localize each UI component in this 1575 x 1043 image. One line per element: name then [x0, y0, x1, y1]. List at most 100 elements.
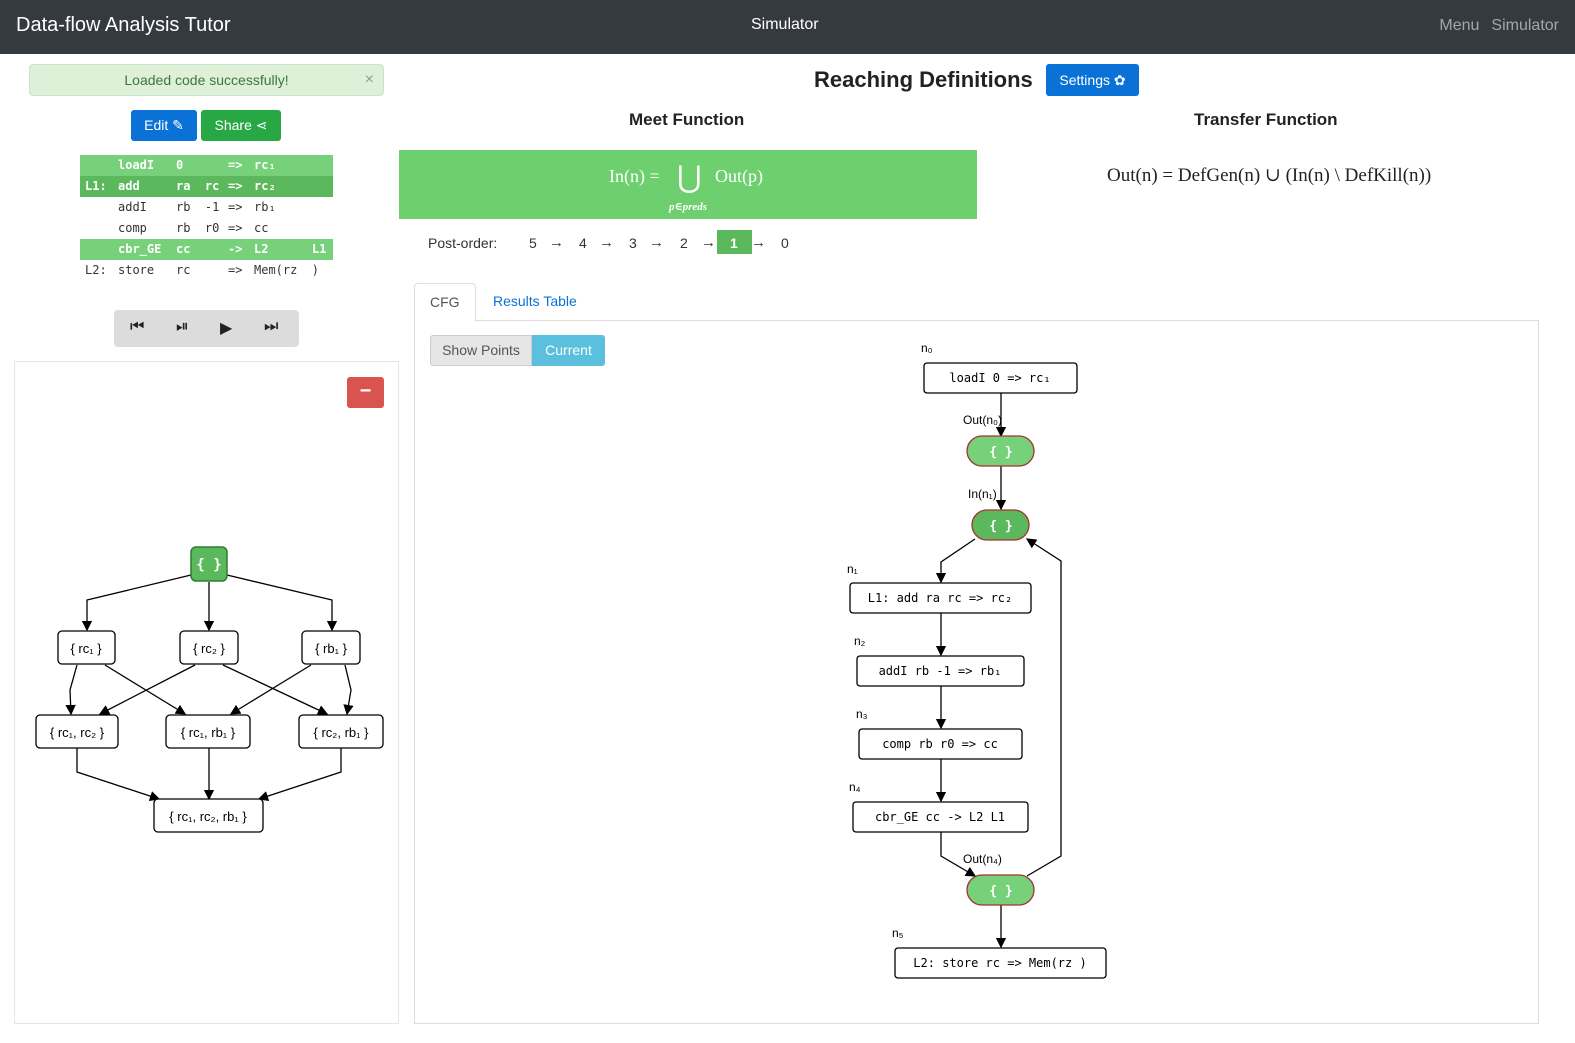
- code-op: comp: [118, 221, 147, 235]
- brand-title[interactable]: Data-flow Analysis Tutor: [16, 14, 231, 37]
- postorder-item: 4: [579, 235, 587, 251]
- cfg-point-out-n4[interactable]: { }: [966, 874, 1035, 906]
- edit-button[interactable]: Edit ✎: [131, 110, 197, 141]
- step-forward-icon[interactable]: ⏯: [176, 318, 189, 336]
- cfg-point-out-n0[interactable]: { }: [966, 435, 1035, 467]
- cfg-node-label: n₂: [854, 634, 866, 648]
- cfg-node-n2[interactable]: addI rb -1 => rb₁: [856, 655, 1025, 687]
- cfg-point-set: { }: [989, 519, 1012, 534]
- lattice-node-label: { rc₁, rc₂ }: [50, 725, 105, 740]
- analysis-title: Reaching Definitions: [814, 67, 1033, 92]
- share-button[interactable]: Share ⋖: [201, 110, 281, 141]
- cfg-node-code: comp rb r0 => cc: [882, 737, 998, 751]
- code-line: addI rb -1 => rb₁: [80, 197, 333, 218]
- code-line: L1: add ra rc => rc₂: [80, 176, 333, 197]
- play-icon[interactable]: ▶: [220, 318, 232, 338]
- cfg-node-label: n₅: [892, 926, 904, 940]
- tab-results-table[interactable]: Results Table: [478, 283, 592, 321]
- transfer-function-title: Transfer Function: [1194, 110, 1338, 129]
- nav-center-title: Simulator: [751, 16, 819, 33]
- settings-button[interactable]: Settings ✿: [1046, 64, 1139, 96]
- cfg-node-label: n₁: [847, 562, 858, 576]
- meet-subscript: p∈preds: [669, 201, 708, 213]
- code-args: rb -1: [176, 200, 220, 214]
- postorder-item-active: 1: [730, 235, 738, 251]
- cfg-node-label: n₀: [921, 341, 933, 355]
- code-arrow: =>: [228, 179, 243, 193]
- cfg-node-n5[interactable]: L2: store rc => Mem(rz ): [894, 947, 1107, 979]
- alert-close-icon[interactable]: ×: [365, 65, 374, 95]
- code-line: L2: store rc => Mem(rz ): [80, 260, 333, 281]
- code-line: comp rb r0 => cc: [80, 218, 333, 239]
- cfg-node-n4[interactable]: cbr_GE cc -> L2 L1: [852, 801, 1029, 833]
- code-arrow: ->: [228, 242, 243, 256]
- code-args: rb r0: [176, 221, 220, 235]
- postorder-item: 2: [680, 235, 688, 251]
- cfg-point-label: In(n₁): [968, 487, 997, 501]
- code-args: cc: [176, 242, 191, 256]
- lattice-bottom-node[interactable]: { rc₁, rc₂, rb₁ }: [153, 798, 264, 833]
- code-arrow: =>: [228, 200, 243, 214]
- postorder-item: 0: [781, 235, 789, 251]
- code-args: 0: [176, 158, 184, 172]
- code-extra: L1: [312, 242, 327, 256]
- code-arrow: =>: [228, 158, 243, 172]
- code-line: loadI 0 => rc₁: [80, 155, 333, 176]
- code-arrow: =>: [228, 263, 243, 277]
- cfg-node-n0[interactable]: loadI 0 => rc₁: [923, 362, 1078, 394]
- lattice-node[interactable]: { rc₂ }: [179, 630, 239, 665]
- lattice-node[interactable]: { rc₁ }: [57, 630, 116, 665]
- lattice-node[interactable]: { rc₁, rc₂ }: [35, 714, 119, 749]
- postorder-arrow: →: [549, 234, 564, 251]
- cfg-node-code: L2: store rc => Mem(rz ): [913, 956, 1086, 970]
- nav-simulator-link[interactable]: Simulator: [1491, 17, 1559, 34]
- meet-rhs: Out(p): [715, 166, 763, 186]
- lattice-node-label: { rc₂, rb₁ }: [314, 725, 370, 740]
- lattice-node-label: { rc₁ }: [70, 641, 102, 656]
- lattice-diagram: { } { rc₁ } { rc₂ } { rb₁ } { rc₁, rc₂ }…: [35, 546, 384, 833]
- tab-cfg[interactable]: CFG: [414, 283, 476, 322]
- player-controls: ⏮ ⏯ ▶ ⏭: [114, 310, 299, 347]
- view-tabs: CFG Results Table: [414, 283, 1539, 322]
- cfg-point-in-n1[interactable]: { }: [971, 509, 1030, 541]
- cfg-node-code: addI rb -1 => rb₁: [879, 664, 1002, 678]
- lattice-node[interactable]: { rc₂, rb₁ }: [298, 714, 384, 749]
- cfg-diagram: n₀ loadI 0 => rc₁ Out(n₀) { } In(n₁) { }…: [847, 341, 1107, 979]
- postorder: Post-order: 5 → 4 → 3 → 2 → 1 → 0: [428, 229, 808, 255]
- code-listing: loadI 0 => rc₁ L1: add ra rc => rc₂ addI rb -1 => rb…: [80, 155, 333, 281]
- skip-to-end-icon[interactable]: ⏭: [264, 318, 278, 336]
- navbar: Data-flow Analysis Tutor Simulator Menu S…: [0, 0, 1575, 54]
- lattice-node[interactable]: { rc₁, rb₁ }: [165, 714, 251, 749]
- nav-menu-link[interactable]: Menu: [1439, 17, 1479, 34]
- cfg-node-n3[interactable]: comp rb r0 => cc: [858, 728, 1023, 760]
- postorder-arrow: →: [701, 234, 716, 251]
- lattice-top-node[interactable]: { }: [190, 546, 228, 582]
- cfg-node-label: n₄: [849, 780, 861, 794]
- skip-to-start-icon[interactable]: ⏮: [130, 318, 144, 336]
- postorder-arrow: →: [751, 234, 766, 251]
- lattice-node-label: { rb₁ }: [315, 641, 348, 656]
- code-label: L2:: [85, 263, 107, 277]
- code-line: cbr_GE cc -> L2 L1: [80, 239, 333, 260]
- cfg-panel: Show Points Current n₀ loadI 0 => rc₁ Ou…: [414, 321, 1539, 1024]
- lattice-panel: − { } { rc₁ } {rc₂} {rb₁} {rc₁, rc₂…: [14, 361, 399, 1024]
- cfg-point-set: { }: [989, 445, 1012, 460]
- union-icon: ⋃: [677, 161, 702, 194]
- lattice-top-label: { }: [196, 557, 221, 573]
- cfg-node-code: cbr_GE cc -> L2 L1: [875, 810, 1005, 824]
- postorder-arrow: →: [649, 234, 664, 251]
- cfg-point-set: { }: [989, 884, 1012, 899]
- cfg-node-n1[interactable]: L1: add ra rc => rc₂: [849, 582, 1032, 614]
- lattice-node[interactable]: { rb₁ }: [301, 630, 361, 665]
- success-alert: Loaded code successfully! ×: [29, 64, 384, 96]
- nav-links: Menu Simulator: [1427, 17, 1559, 35]
- code-op: cbr_GE: [118, 242, 162, 256]
- code-dest: cc: [254, 221, 269, 235]
- lattice-node-label: { rc₁, rc₂, rb₁ }: [169, 809, 247, 824]
- transfer-formula: Out(n) = DefGen(n) ∪ (In(n) \ DefKill(n)…: [1107, 165, 1432, 186]
- code-op: store: [118, 263, 155, 277]
- code-arrow: =>: [228, 221, 243, 235]
- lattice-node-label: { rc₁, rb₁ }: [181, 725, 236, 740]
- cfg-point-label: Out(n₀): [963, 413, 1002, 427]
- postorder-item: 3: [629, 235, 637, 251]
